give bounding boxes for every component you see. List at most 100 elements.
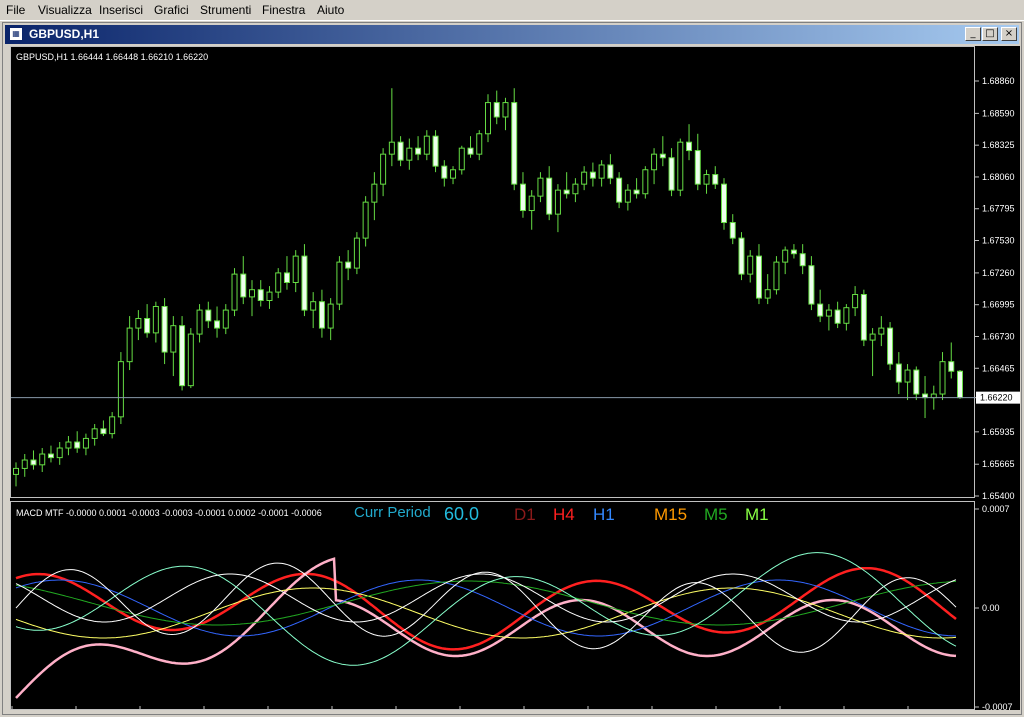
indicator-scale-mid: 0.00 [982,603,1000,613]
candle-body [878,327,885,335]
candle-body [240,273,247,298]
indicator-scale-top: 0.0007 [982,504,1010,514]
candle-body [144,317,151,334]
candle-body [30,459,37,466]
chart-area[interactable]: 1.68860 1.68590 1.68325 1.68060 1.67795 1.675… [10,46,1020,712]
tf-label-m15: M15 [654,505,687,524]
price-axis: 1.68860 1.68590 1.68325 1.68060 1.67795 1.675… [975,76,1015,501]
curr-period-label: Curr Period [354,504,431,521]
price-tick-label: 1.68860 [982,76,1015,86]
candle-body [659,153,666,159]
tf-label-h1: H1 [593,505,615,524]
candle-body [13,467,19,475]
menu-strumenti[interactable]: Strumenti [200,3,251,17]
menu-file[interactable]: File [6,3,25,17]
candle-body [222,309,229,329]
candle-body [450,169,457,179]
candle-body [126,327,133,363]
candle-body [957,370,963,399]
chart-window: ▦ GBPUSD,H1 _ □ × 1.68860 1.68590 1.68325 1… [2,22,1022,715]
candle-body [930,393,937,399]
candle-body [353,237,360,269]
candle-body [589,171,596,179]
candle-body [74,441,81,449]
candle-body [616,177,623,203]
chart-window-icon: ▦ [9,27,23,41]
candle-body [170,325,177,353]
candle-body [869,333,876,341]
candle-body [47,453,54,459]
candle-body [519,183,526,212]
candle-body [554,189,561,215]
candle-body [161,305,168,353]
menu-visualizza[interactable]: Visualizza [38,3,92,17]
price-tick-label: 1.67795 [982,204,1015,214]
price-tick-label: 1.68325 [982,140,1015,150]
candle-body [214,320,221,329]
window-titlebar[interactable]: ▦ GBPUSD,H1 _ □ × [5,25,1019,44]
price-tick-label: 1.65400 [982,491,1015,501]
candle-body [755,255,762,299]
price-tick-label: 1.65665 [982,459,1015,469]
candle-body [904,369,911,383]
candle-body [423,135,430,155]
candle-body [318,301,325,329]
price-tick-label: 1.66995 [982,300,1015,310]
candle-body [196,309,203,335]
candle-body [301,255,308,311]
candle-body [852,293,859,309]
chart-svg[interactable]: 1.68860 1.68590 1.68325 1.68060 1.67795 1.675… [10,46,1020,712]
candle-body [388,141,395,155]
candle-body [406,147,413,161]
candle-body [598,164,605,179]
candle-body [65,441,72,449]
candle-body [808,265,815,305]
candle-body [205,309,212,322]
menu-grafici[interactable]: Grafici [154,3,189,17]
candle-body [703,174,710,185]
menu-bar: File Visualizza Inserisci Grafici Strume… [0,0,1024,21]
candle-body [179,325,186,387]
candle-body [764,289,771,299]
candle-body [380,153,387,185]
indicator-scale-bottom: -0.0007 [982,702,1013,710]
window-title: GBPUSD,H1 [29,27,100,41]
candle-body [432,135,439,167]
candle-body [310,301,317,311]
candle-body [109,416,116,435]
candle-body [825,309,832,317]
candle-body [231,273,238,311]
candle-body [747,255,754,275]
candle-body [694,150,701,185]
chart-header: GBPUSD,H1 1.66444 1.66448 1.66210 1.6622… [16,52,208,62]
menu-aiuto[interactable]: Aiuto [317,3,344,17]
close-button[interactable]: × [1001,27,1017,41]
candle-body [187,333,194,387]
minimize-button[interactable]: _ [965,27,981,41]
restore-button[interactable]: □ [982,27,998,41]
candle-body [563,189,570,195]
candle-body [712,174,719,185]
candle-body [362,201,369,239]
candle-body [939,361,946,395]
menu-inserisci[interactable]: Inserisci [99,3,143,17]
price-tick-label: 1.68060 [982,172,1015,182]
candle-body [493,102,500,118]
candle-body [537,177,544,197]
menu-finestra[interactable]: Finestra [262,3,305,17]
candle-body [152,305,159,334]
candle-body [415,147,422,155]
candles [13,88,963,487]
candle-body [91,428,98,439]
candle-body [677,141,684,191]
candle-body [21,459,28,469]
candle-body [345,261,352,269]
candle-body [371,183,378,203]
price-panel-frame [10,46,975,498]
candle-body [729,222,736,239]
candle-body [922,393,929,399]
candle-body [266,291,273,301]
indicator-header: MACD MTF -0.0000 0.0001 -0.0003 -0.0003 … [16,508,322,518]
candle-body [721,183,727,224]
candle-body [249,289,255,298]
